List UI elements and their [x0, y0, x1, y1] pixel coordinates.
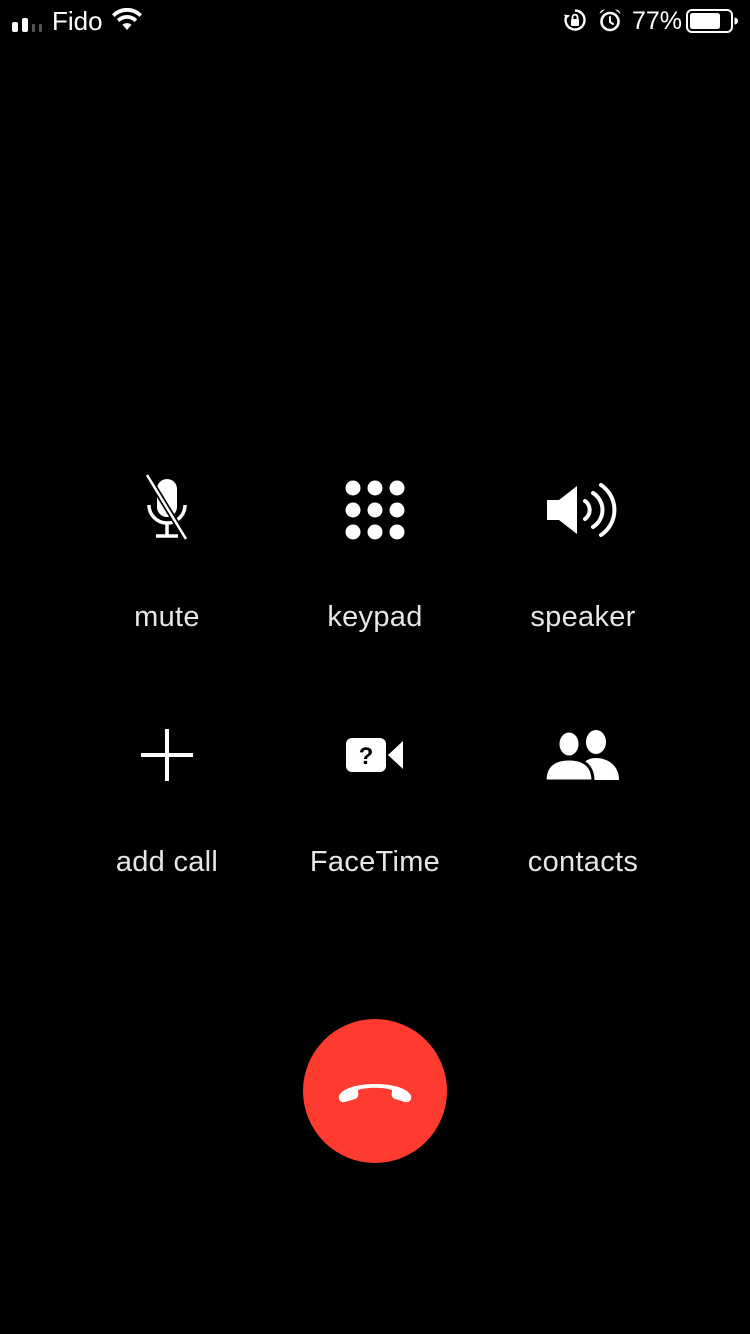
mute-button[interactable]: mute	[67, 465, 267, 645]
speaker-icon	[538, 465, 628, 555]
contacts-label: contacts	[527, 846, 639, 878]
facetime-video-icon: ?	[330, 710, 420, 800]
plus-icon	[122, 710, 212, 800]
speaker-button[interactable]: speaker	[483, 465, 683, 645]
add-call-label: add call	[115, 846, 219, 878]
mute-label: mute	[134, 601, 200, 633]
speaker-label: speaker	[530, 601, 636, 633]
facetime-button[interactable]: ? FaceTime	[275, 710, 475, 890]
add-call-button[interactable]: add call	[67, 710, 267, 890]
keypad-label: keypad	[327, 601, 423, 633]
keypad-button[interactable]: keypad	[275, 465, 475, 645]
facetime-label: FaceTime	[309, 846, 441, 878]
contacts-icon	[538, 710, 628, 800]
keypad-icon	[330, 465, 420, 555]
svg-text:?: ?	[359, 743, 374, 770]
mute-microphone-icon	[122, 465, 212, 555]
end-call-icon	[338, 1084, 412, 1103]
end-call-button[interactable]	[303, 1019, 447, 1163]
contacts-button[interactable]: contacts	[483, 710, 683, 890]
